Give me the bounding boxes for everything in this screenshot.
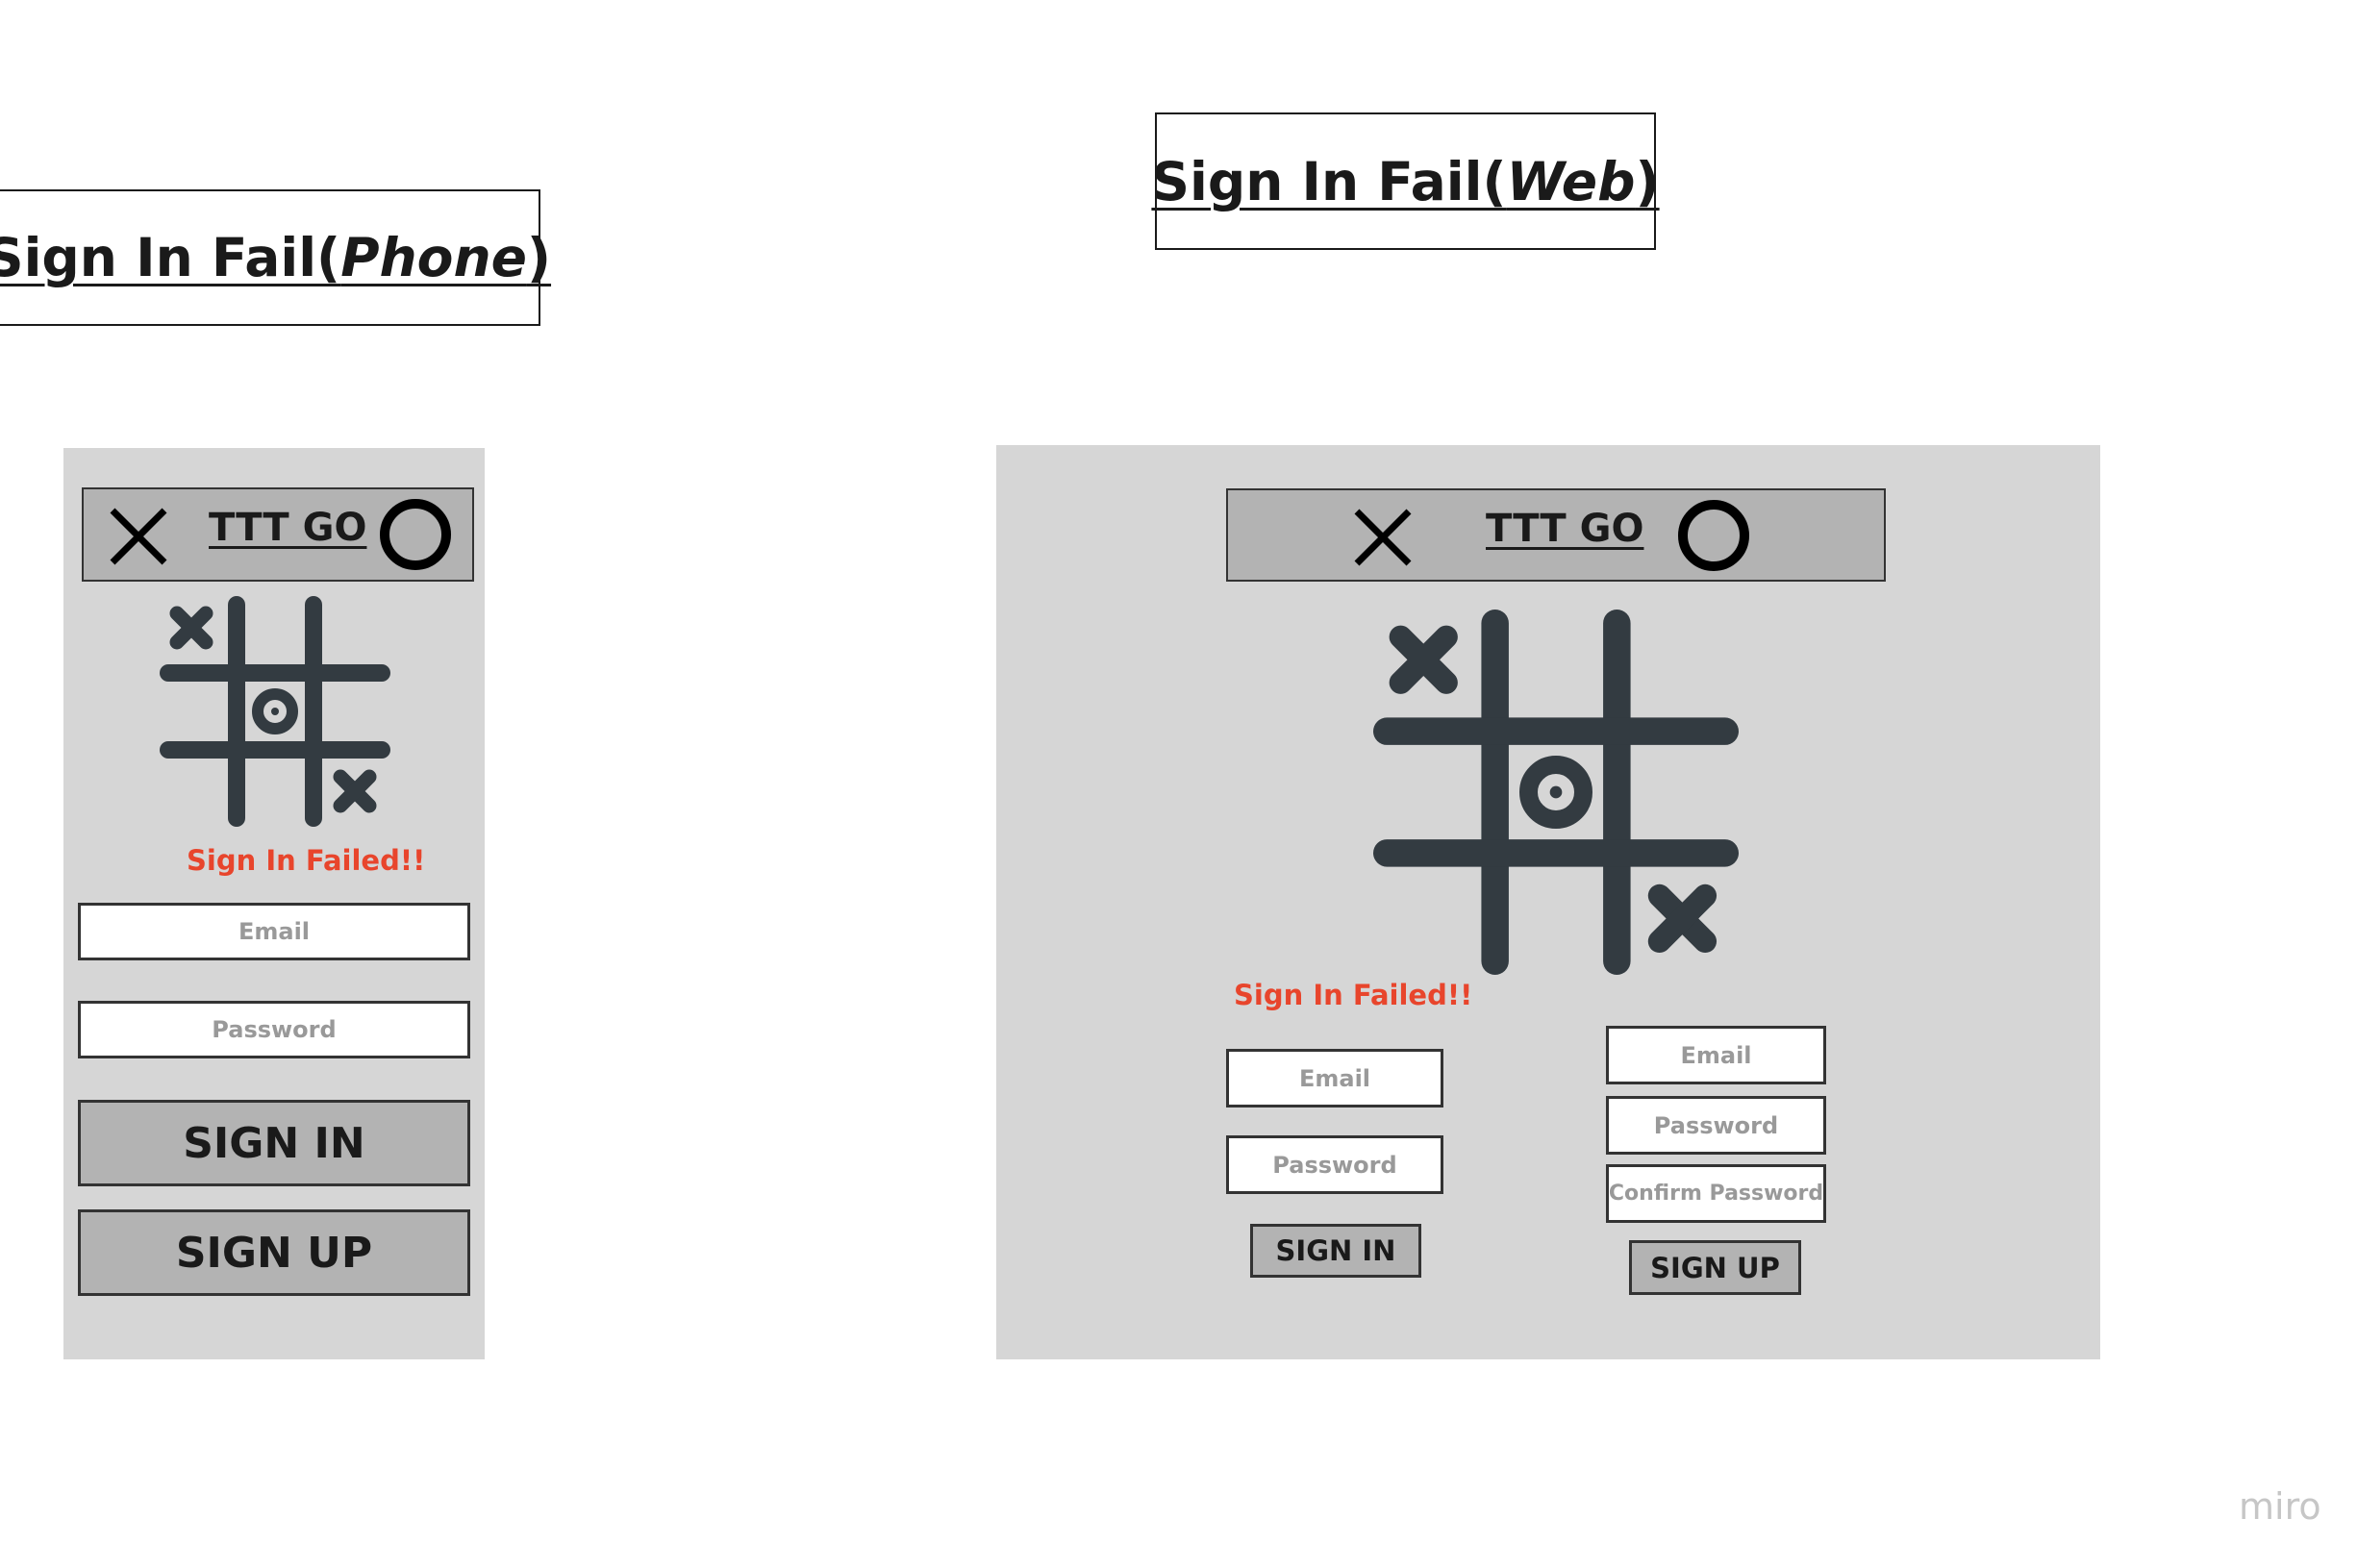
web-app-header: TTT GO bbox=[1226, 488, 1886, 582]
signup-password-field[interactable]: Password bbox=[1606, 1096, 1826, 1155]
web-title: Sign In Fail(Web) bbox=[1151, 150, 1660, 212]
phone-app-header: TTT GO bbox=[82, 487, 474, 582]
sign-in-button[interactable]: SIGN IN bbox=[78, 1100, 470, 1186]
sign-up-button[interactable]: SIGN UP bbox=[78, 1209, 470, 1296]
x-logo-icon bbox=[1354, 509, 1412, 566]
sign-in-error-message: Sign In Failed!! bbox=[1234, 979, 1473, 1011]
signup-email-field[interactable]: Email bbox=[1606, 1026, 1826, 1084]
signin-email-field[interactable]: Email bbox=[1226, 1049, 1443, 1108]
o-logo-icon bbox=[1678, 500, 1749, 571]
sign-up-button[interactable]: SIGN UP bbox=[1629, 1240, 1801, 1295]
app-brand: TTT GO bbox=[209, 506, 367, 550]
web-frame: TTT GO Sign In Failed!! Email Password S… bbox=[996, 445, 2100, 1359]
x-logo-icon bbox=[110, 508, 167, 565]
tic-tac-toe-board-icon bbox=[160, 596, 390, 827]
sign-in-error-message: Sign In Failed!! bbox=[187, 844, 426, 877]
sign-in-button[interactable]: SIGN IN bbox=[1250, 1224, 1421, 1278]
signin-password-field[interactable]: Password bbox=[1226, 1135, 1443, 1194]
o-logo-icon bbox=[380, 499, 451, 570]
phone-frame: TTT GO Sign In Failed!! Email Password S… bbox=[63, 448, 485, 1359]
web-title-box: Sign In Fail(Web) bbox=[1151, 112, 1660, 250]
signup-confirm-password-field[interactable]: Confirm Password bbox=[1606, 1164, 1826, 1223]
tic-tac-toe-board-icon bbox=[1373, 610, 1739, 975]
app-brand: TTT GO bbox=[1486, 507, 1644, 551]
email-field[interactable]: Email bbox=[78, 903, 470, 960]
miro-watermark: miro bbox=[2239, 1485, 2321, 1528]
password-field[interactable]: Password bbox=[78, 1001, 470, 1058]
phone-title-box: Sign In Fail(Phone) bbox=[0, 189, 551, 326]
phone-title: Sign In Fail(Phone) bbox=[0, 227, 552, 288]
